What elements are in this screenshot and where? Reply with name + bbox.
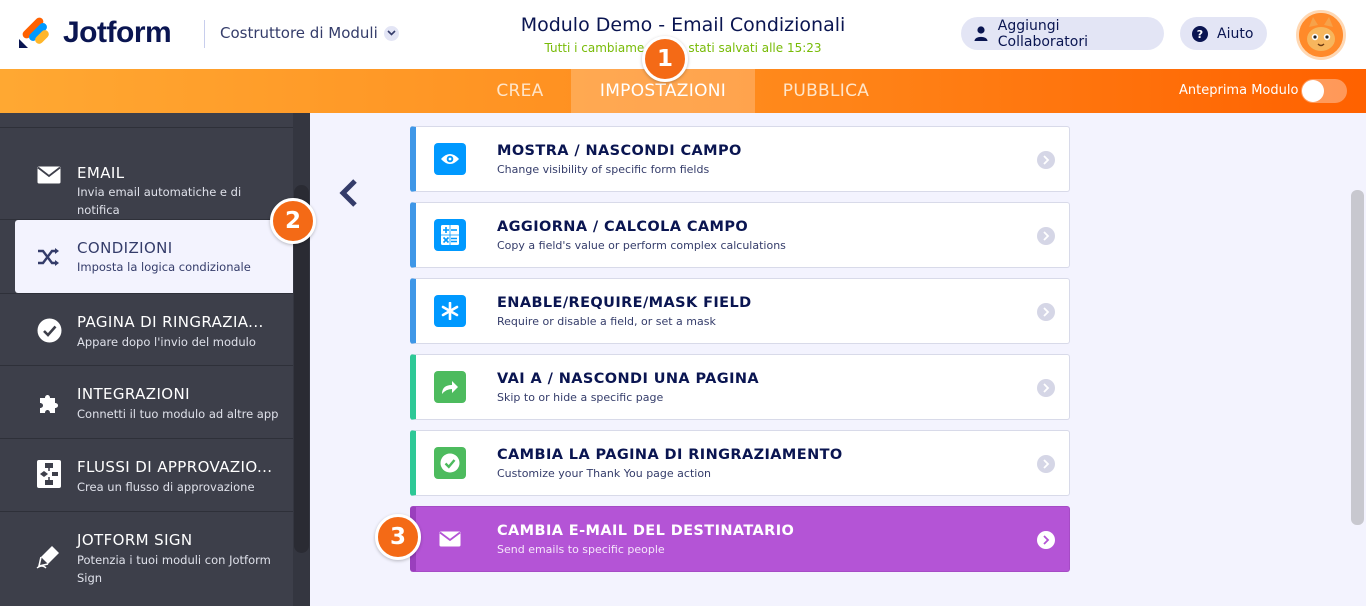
jotform-logo[interactable]: Jotform	[18, 16, 172, 50]
sidebar-item-title: EMAIL	[77, 164, 125, 182]
toggle-knob	[1302, 80, 1324, 102]
sidebar-item-thank-you-page[interactable]: PAGINA DI RINGRAZIA... Appare dopo l'inv…	[0, 293, 293, 366]
user-avatar[interactable]	[1296, 10, 1346, 60]
chevron-left-icon	[339, 179, 357, 207]
condition-card-desc: Send emails to specific people	[497, 543, 665, 556]
settings-sidebar: EMAIL Invia email automatiche e di notif…	[0, 113, 310, 606]
sidebar-item-conditions[interactable]: CONDIZIONI Imposta la logica condizional…	[15, 220, 293, 293]
condition-card-desc: Skip to or hide a specific page	[497, 391, 664, 404]
back-chevron-button[interactable]	[334, 176, 364, 210]
sidebar-item-email[interactable]: EMAIL Invia email automatiche e di notif…	[0, 129, 293, 220]
form-title[interactable]: Modulo Demo - Email Condizionali	[430, 14, 936, 36]
flow-icon	[36, 460, 62, 488]
envelope-icon	[36, 162, 62, 188]
form-preview-label: Anteprima Modulo	[1179, 83, 1299, 98]
check-circle-icon	[36, 317, 62, 343]
chevron-right-icon	[1037, 531, 1055, 549]
sidebar-item-desc: Potenzia i tuoi moduli con Jotform Sign	[77, 553, 271, 585]
condition-card-update-calculate-field[interactable]: AGGIORNA / CALCOLA CAMPO Copy a field's …	[410, 202, 1070, 268]
form-preview-toggle[interactable]	[1301, 79, 1347, 103]
condition-card-desc: Change visibility of specific form field…	[497, 163, 710, 176]
condition-card-desc: Copy a field's value or perform complex …	[497, 239, 786, 252]
sidebar-item-desc: Invia email automatiche e di notifica	[77, 185, 242, 217]
save-status-end: stati salvati alle 15:23	[688, 41, 822, 55]
sidebar-item-title: INTEGRAZIONI	[77, 385, 190, 403]
save-status-start: Tutti i cambiame	[544, 41, 645, 55]
eye-icon	[434, 143, 466, 175]
sidebar-item-desc: Imposta la logica condizionale	[77, 260, 251, 274]
main-scrollbar-thumb[interactable]	[1351, 190, 1364, 525]
step-badge-1: 1	[642, 36, 688, 82]
condition-card-change-thank-you-page[interactable]: CAMBIA LA PAGINA DI RINGRAZIAMENTO Custo…	[410, 430, 1070, 496]
sidebar-item-desc: Connetti il tuo modulo ad altre app	[77, 407, 279, 421]
tab-crea[interactable]: CREA	[470, 69, 570, 113]
chevron-right-icon	[1037, 379, 1055, 397]
svg-text:?: ?	[1197, 28, 1203, 41]
condition-card-title: AGGIORNA / CALCOLA CAMPO	[497, 219, 749, 235]
user-icon	[973, 26, 989, 42]
help-button[interactable]: ? Aiuto	[1180, 17, 1267, 50]
sidebar-item-title: PAGINA DI RINGRAZIA...	[77, 313, 264, 331]
step-badge-3: 3	[375, 514, 421, 560]
envelope-icon	[434, 523, 466, 555]
condition-card-title: MOSTRA / NASCONDI CAMPO	[497, 143, 742, 159]
sidebar-item-approval-flows[interactable]: FLUSSI DI APPROVAZIO... Crea un flusso d…	[0, 439, 293, 512]
sidebar-item-desc: Appare dopo l'invio del modulo	[77, 335, 256, 349]
condition-card-skip-hide-page[interactable]: VAI A / NASCONDI UNA PAGINA Skip to or h…	[410, 354, 1070, 420]
sidebar-item-title: FLUSSI DI APPROVAZIO...	[77, 458, 273, 476]
builder-menu-dropdown[interactable]: Costruttore di Moduli	[220, 24, 399, 42]
step-badge-2: 2	[270, 198, 316, 244]
jotform-logo-text: Jotform	[63, 16, 172, 49]
chevron-right-icon	[1037, 303, 1055, 321]
header-divider	[204, 20, 205, 48]
condition-card-desc: Customize your Thank You page action	[497, 467, 712, 480]
condition-card-show-hide-field[interactable]: MOSTRA / NASCONDI CAMPO Change visibilit…	[410, 126, 1070, 192]
shuffle-icon	[36, 244, 62, 270]
condition-card-change-recipient-email[interactable]: CAMBIA E-MAIL DEL DESTINATARIO Send emai…	[410, 506, 1070, 572]
sidebar-item-jotform-sign[interactable]: JOTFORM SIGN Potenzia i tuoi moduli con …	[0, 512, 293, 606]
asterisk-icon	[434, 295, 466, 327]
add-collaborators-button[interactable]: Aggiungi Collaboratori	[961, 17, 1164, 50]
chevron-right-icon	[1037, 455, 1055, 473]
sidebar-item-title: JOTFORM SIGN	[77, 531, 193, 549]
share-arrow-icon	[434, 371, 466, 403]
condition-card-title: ENABLE/REQUIRE/MASK FIELD	[497, 295, 752, 311]
builder-menu-label: Costruttore di Moduli	[220, 24, 378, 42]
add-collaborators-label: Aggiungi Collaboratori	[997, 17, 1088, 50]
calculator-icon	[434, 219, 466, 251]
question-circle-icon: ?	[1192, 25, 1208, 42]
condition-card-desc: Require or disable a field, or set a mas…	[497, 315, 716, 328]
main-navbar: CREA IMPOSTAZIONI PUBBLICA Anteprima Mod…	[0, 69, 1366, 113]
help-label: Aiuto	[1217, 25, 1254, 42]
check-icon	[434, 447, 466, 479]
condition-card-title: CAMBIA E-MAIL DEL DESTINATARIO	[497, 523, 795, 539]
condition-card-title: CAMBIA LA PAGINA DI RINGRAZIAMENTO	[497, 447, 843, 463]
sidebar-item-previous	[0, 113, 293, 128]
condition-card-title: VAI A / NASCONDI UNA PAGINA	[497, 371, 760, 387]
pen-icon	[36, 543, 62, 569]
puzzle-icon	[36, 390, 62, 416]
sidebar-item-title: CONDIZIONI	[77, 239, 173, 257]
chevron-right-icon	[1037, 151, 1055, 169]
chevron-right-icon	[1037, 227, 1055, 245]
sidebar-item-integrations[interactable]: INTEGRAZIONI Connetti il tuo modulo ad a…	[0, 366, 293, 439]
chevron-down-icon	[383, 25, 399, 41]
tab-pubblica[interactable]: PUBBLICA	[756, 69, 896, 113]
sidebar-item-desc: Crea un flusso di approvazione	[77, 480, 255, 494]
jotform-logo-icon	[18, 17, 50, 49]
condition-card-enable-require-mask-field[interactable]: ENABLE/REQUIRE/MASK FIELD Require or dis…	[410, 278, 1070, 344]
